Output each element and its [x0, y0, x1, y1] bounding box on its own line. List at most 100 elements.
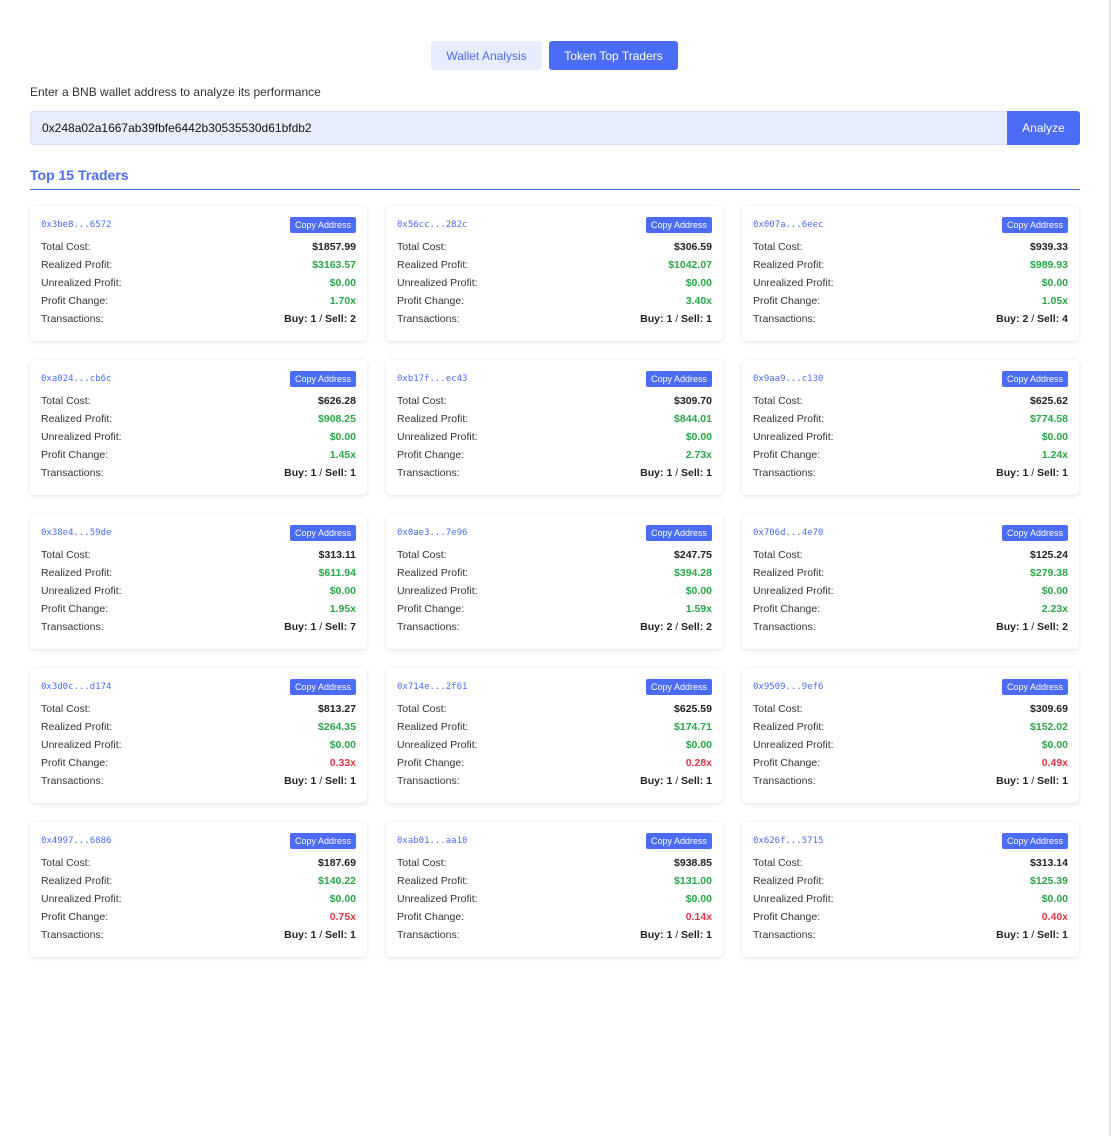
copy-address-button[interactable]: Copy Address [289, 832, 356, 849]
profit-change-value: 0.49x [1041, 757, 1068, 769]
card-header: 0xb17f...ec43 Copy Address [397, 370, 712, 387]
transactions-row: Transactions: Buy: 1 / Sell: 1 [41, 772, 356, 790]
trader-card: 0x9509...9ef6 Copy Address Total Cost: $309… [742, 668, 1079, 803]
copy-address-button[interactable]: Copy Address [289, 370, 356, 387]
realized-profit-value: $1042.07 [668, 259, 712, 271]
total-cost-row: Total Cost: $247.75 [397, 546, 712, 564]
buy-label: Buy: [284, 313, 308, 325]
sell-label: Sell: [325, 313, 348, 325]
transactions-row: Transactions: Buy: 2 / Sell: 4 [753, 310, 1068, 328]
buy-label: Buy: [284, 775, 308, 787]
copy-address-button[interactable]: Copy Address [289, 524, 356, 541]
realized-profit-label: Realized Profit: [753, 721, 825, 733]
copy-address-button[interactable]: Copy Address [1001, 370, 1068, 387]
profit-change-row: Profit Change: 1.95x [41, 600, 356, 618]
profit-change-row: Profit Change: 1.59x [397, 600, 712, 618]
unrealized-profit-label: Unrealized Profit: [753, 739, 834, 751]
unrealized-profit-row: Unrealized Profit: $0.00 [397, 274, 712, 292]
total-cost-label: Total Cost: [41, 703, 91, 715]
copy-address-button[interactable]: Copy Address [645, 524, 712, 541]
copy-address-button[interactable]: Copy Address [645, 832, 712, 849]
card-header: 0x626f...5715 Copy Address [753, 832, 1068, 849]
trader-card: 0xb17f...ec43 Copy Address Total Cost: $309… [386, 360, 723, 495]
profit-change-value: 0.75x [329, 911, 356, 923]
copy-address-button[interactable]: Copy Address [1001, 216, 1068, 233]
total-cost-row: Total Cost: $1857.99 [41, 238, 356, 256]
profit-change-row: Profit Change: 0.28x [397, 754, 712, 772]
unrealized-profit-label: Unrealized Profit: [753, 893, 834, 905]
profit-change-label: Profit Change: [397, 603, 465, 615]
wallet-address: 0x38e4...59de [41, 527, 112, 538]
transactions-label: Transactions: [397, 929, 460, 941]
wallet-address: 0xab01...aa10 [397, 835, 468, 846]
profit-change-value: 0.28x [685, 757, 712, 769]
realized-profit-value: $844.01 [674, 413, 712, 425]
realized-profit-row: Realized Profit: $125.39 [753, 872, 1068, 890]
realized-profit-row: Realized Profit: $844.01 [397, 410, 712, 428]
transactions-separator: / [672, 313, 682, 325]
buy-label: Buy: [640, 313, 664, 325]
total-cost-value: $309.70 [674, 395, 712, 407]
realized-profit-value: $774.58 [1030, 413, 1068, 425]
tab-wallet-analysis[interactable]: Wallet Analysis [431, 41, 542, 70]
transactions-label: Transactions: [41, 775, 104, 787]
transactions-separator: / [1028, 929, 1038, 941]
unrealized-profit-value: $0.00 [685, 585, 712, 597]
transactions-value: Buy: 1 / Sell: 1 [640, 467, 712, 479]
profit-change-value: 0.40x [1041, 911, 1068, 923]
sell-label: Sell: [1037, 775, 1060, 787]
total-cost-value: $938.85 [674, 857, 712, 869]
copy-address-button[interactable]: Copy Address [289, 216, 356, 233]
copy-address-button[interactable]: Copy Address [1001, 678, 1068, 695]
transactions-value: Buy: 1 / Sell: 1 [284, 929, 356, 941]
profit-change-label: Profit Change: [397, 449, 465, 461]
profit-change-label: Profit Change: [41, 911, 109, 923]
transactions-separator: / [316, 929, 326, 941]
transactions-separator: / [1028, 621, 1038, 633]
total-cost-row: Total Cost: $625.62 [753, 392, 1068, 410]
copy-address-button[interactable]: Copy Address [1001, 524, 1068, 541]
realized-profit-value: $989.93 [1030, 259, 1068, 271]
total-cost-value: $125.24 [1030, 549, 1068, 561]
realized-profit-row: Realized Profit: $611.94 [41, 564, 356, 582]
tab-token-top-traders[interactable]: Token Top Traders [549, 41, 678, 70]
unrealized-profit-row: Unrealized Profit: $0.00 [41, 736, 356, 754]
unrealized-profit-label: Unrealized Profit: [753, 431, 834, 443]
profit-change-label: Profit Change: [41, 295, 109, 307]
unrealized-profit-label: Unrealized Profit: [397, 893, 478, 905]
transactions-row: Transactions: Buy: 1 / Sell: 1 [397, 310, 712, 328]
unrealized-profit-value: $0.00 [685, 277, 712, 289]
realized-profit-value: $611.94 [318, 567, 356, 579]
unrealized-profit-label: Unrealized Profit: [41, 739, 122, 751]
total-cost-label: Total Cost: [753, 241, 803, 253]
trader-card: 0xa024...cb6c Copy Address Total Cost: $626… [30, 360, 367, 495]
buy-label: Buy: [284, 929, 308, 941]
profit-change-label: Profit Change: [41, 757, 109, 769]
copy-address-button[interactable]: Copy Address [289, 678, 356, 695]
transactions-row: Transactions: Buy: 1 / Sell: 2 [753, 618, 1068, 636]
copy-address-button[interactable]: Copy Address [645, 678, 712, 695]
transactions-value: Buy: 1 / Sell: 7 [284, 621, 356, 633]
realized-profit-label: Realized Profit: [397, 721, 469, 733]
sell-count: 1 [350, 467, 356, 479]
realized-profit-value: $908.25 [318, 413, 356, 425]
copy-address-button[interactable]: Copy Address [1001, 832, 1068, 849]
total-cost-label: Total Cost: [41, 241, 91, 253]
transactions-label: Transactions: [41, 467, 104, 479]
transactions-value: Buy: 1 / Sell: 1 [996, 775, 1068, 787]
sell-label: Sell: [1037, 313, 1060, 325]
copy-address-button[interactable]: Copy Address [645, 370, 712, 387]
transactions-label: Transactions: [753, 467, 816, 479]
profit-change-label: Profit Change: [397, 911, 465, 923]
wallet-address-input[interactable] [30, 111, 1007, 145]
card-header: 0x9aa9...c130 Copy Address [753, 370, 1068, 387]
transactions-row: Transactions: Buy: 1 / Sell: 1 [41, 926, 356, 944]
trader-card: 0x9aa9...c130 Copy Address Total Cost: $625… [742, 360, 1079, 495]
card-header: 0xab01...aa10 Copy Address [397, 832, 712, 849]
card-header: 0x56cc...282c Copy Address [397, 216, 712, 233]
total-cost-row: Total Cost: $125.24 [753, 546, 1068, 564]
unrealized-profit-row: Unrealized Profit: $0.00 [397, 582, 712, 600]
buy-label: Buy: [996, 313, 1020, 325]
copy-address-button[interactable]: Copy Address [645, 216, 712, 233]
analyze-button[interactable]: Analyze [1007, 111, 1080, 145]
